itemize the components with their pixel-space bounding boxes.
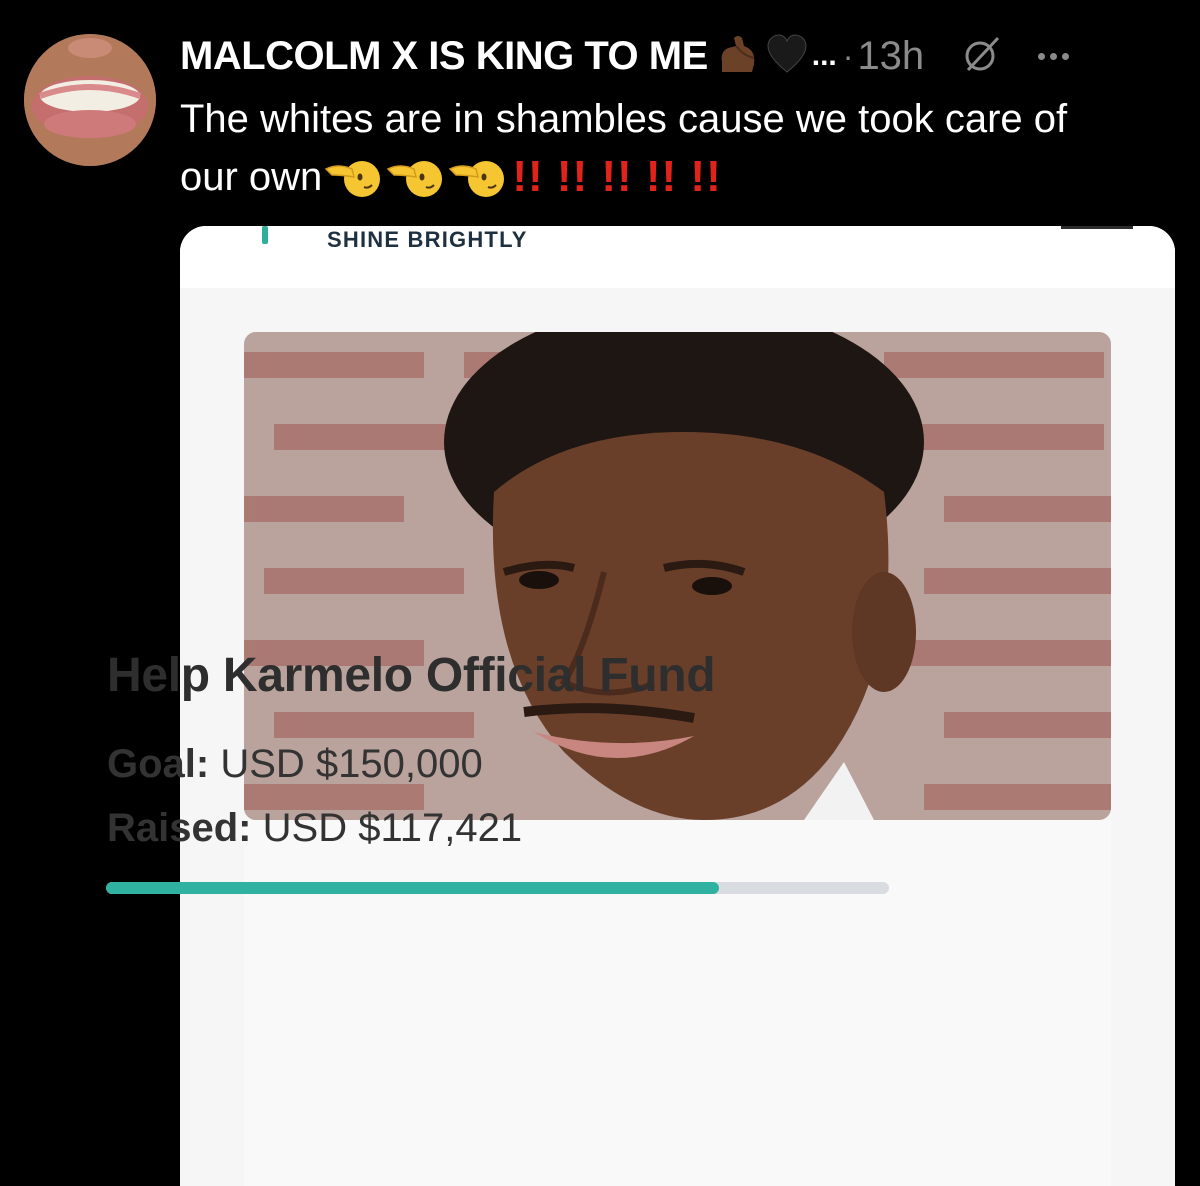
raised-value: USD $117,421 xyxy=(262,806,523,850)
post-text: The whites are in shambles cause we took… xyxy=(180,90,1180,206)
fund-title: Help Karmelo Official Fund xyxy=(107,649,716,702)
goal-label: Goal: xyxy=(107,742,210,786)
post-text-line1: The whites are in shambles cause we took… xyxy=(180,97,1068,141)
fund-card-image[interactable]: SHINE BRIGHTLY xyxy=(180,226,1175,1186)
flexed-biceps-icon xyxy=(714,32,760,81)
grok-icon[interactable] xyxy=(962,34,1002,79)
teal-accent-bar xyxy=(262,226,268,244)
fund-info-panel xyxy=(244,820,1111,1186)
separator: · xyxy=(842,37,854,74)
pointing-left-face-icon xyxy=(386,155,446,199)
card-top-divider xyxy=(1061,226,1133,229)
avatar-image xyxy=(24,34,156,166)
pointing-left-face-icon xyxy=(324,155,384,199)
raised-label: Raised: xyxy=(107,806,252,850)
black-heart-icon xyxy=(766,33,808,79)
tagline: SHINE BRIGHTLY xyxy=(327,227,528,252)
funding-progress-bar xyxy=(106,882,889,894)
post-text-line2: our own xyxy=(180,155,323,199)
card-header: SHINE BRIGHTLY xyxy=(180,226,1175,288)
pointing-left-face-icon xyxy=(448,155,508,199)
goal-value: USD $150,000 xyxy=(220,742,483,786)
post-header: MALCOLM X IS KING TO ME ... · 13h xyxy=(180,28,1180,84)
more-options-icon[interactable] xyxy=(1038,52,1070,60)
avatar[interactable] xyxy=(24,34,156,166)
funding-progress-fill xyxy=(106,882,720,894)
double-exclamation-marks: !! !! !! !! !! xyxy=(512,152,722,201)
author-name[interactable]: MALCOLM X IS KING TO ME xyxy=(180,34,708,79)
goal-row: Goal: USD $150,000 xyxy=(107,742,483,787)
raised-row: Raised: USD $117,421 xyxy=(107,806,522,851)
timestamp[interactable]: 13h xyxy=(857,34,924,79)
name-truncation: ... xyxy=(811,39,837,72)
